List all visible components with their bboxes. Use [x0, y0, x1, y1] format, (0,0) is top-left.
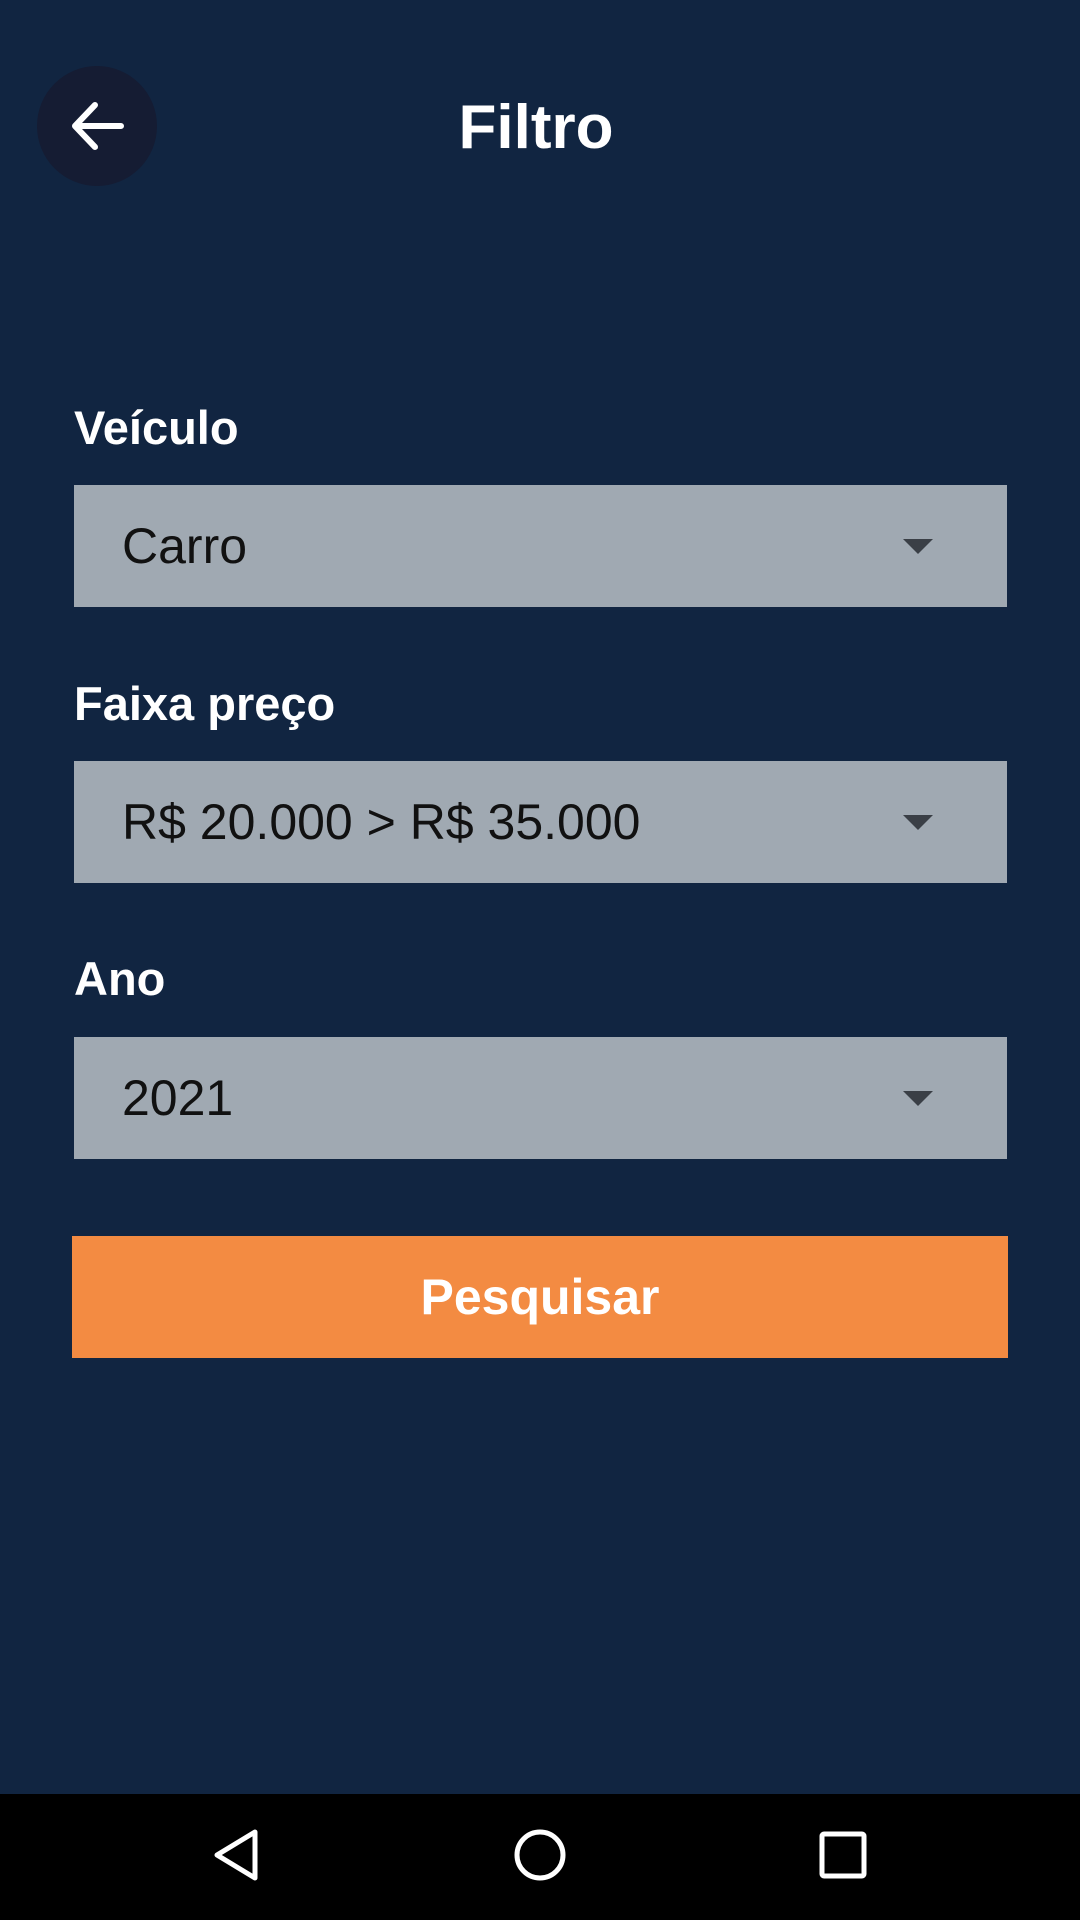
- recents-square-icon: [818, 1830, 868, 1885]
- year-select-value: 2021: [122, 1070, 234, 1126]
- back-triangle-icon: [211, 1827, 263, 1888]
- price-range-select-value: R$ 20.000 > R$ 35.000: [122, 794, 641, 850]
- vehicle-select-value: Carro: [122, 518, 248, 574]
- vehicle-label: Veículo: [74, 401, 239, 454]
- price-range-select[interactable]: R$ 20.000 > R$ 35.000: [74, 761, 1007, 883]
- dropdown-arrow-icon: [903, 815, 933, 830]
- filter-screen: Filtro Veículo Carro Faixa preço R$ 20.0…: [0, 0, 1080, 1794]
- vehicle-select[interactable]: Carro: [74, 485, 1007, 607]
- home-circle-icon: [512, 1827, 568, 1888]
- year-label: Ano: [74, 952, 166, 1005]
- nav-recents-button[interactable]: [763, 1794, 923, 1920]
- search-button[interactable]: Pesquisar: [72, 1236, 1008, 1358]
- dropdown-arrow-icon: [903, 1091, 933, 1106]
- nav-back-button[interactable]: [157, 1794, 317, 1920]
- year-select[interactable]: 2021: [74, 1037, 1007, 1159]
- nav-home-button[interactable]: [460, 1794, 620, 1920]
- system-nav-bar: [0, 1794, 1080, 1920]
- page-title: Filtro: [458, 93, 614, 162]
- price-range-label: Faixa preço: [74, 677, 336, 730]
- dropdown-arrow-icon: [903, 539, 933, 554]
